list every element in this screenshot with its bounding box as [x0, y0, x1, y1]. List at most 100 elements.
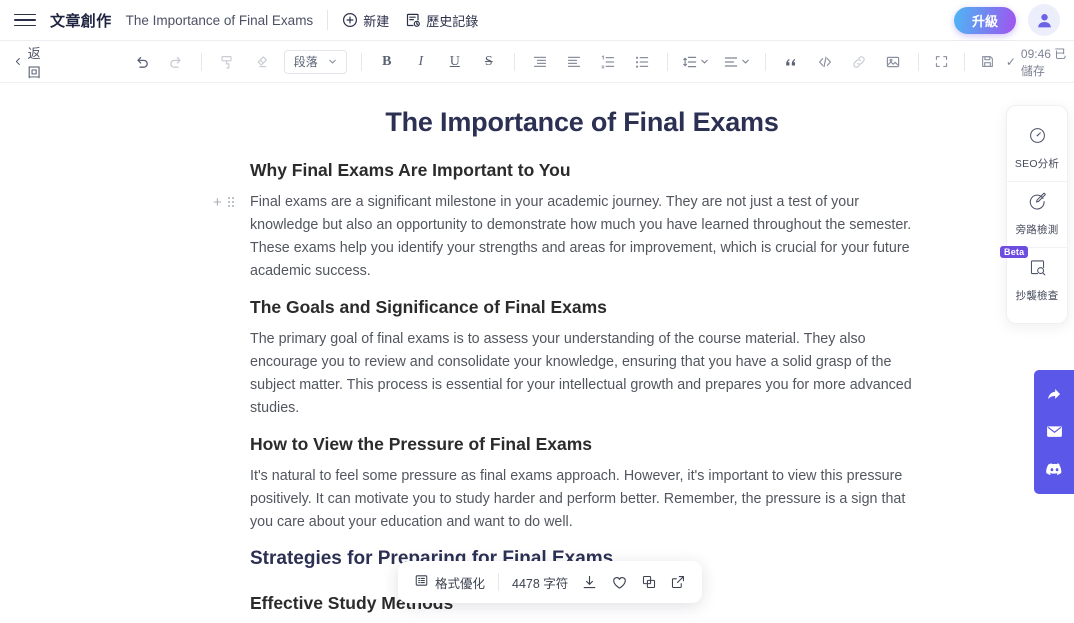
- link-icon[interactable]: [846, 49, 872, 75]
- copy-icon[interactable]: [641, 574, 657, 590]
- download-icon[interactable]: [581, 574, 598, 591]
- eraser-icon[interactable]: [248, 49, 274, 75]
- back-label: 返回: [27, 45, 41, 80]
- social-share-rail: [1034, 370, 1074, 494]
- toolbar-format-group: B I U S: [370, 49, 506, 75]
- redo-icon[interactable]: [163, 49, 189, 75]
- strikethrough-label: S: [484, 53, 493, 69]
- toolbar-divider-5: [765, 52, 767, 71]
- format-optimize-label: 格式優化: [435, 576, 486, 591]
- history-icon: [405, 12, 421, 28]
- sidebar-item-bypass-detection[interactable]: 旁路檢測: [1007, 181, 1067, 247]
- pen-circle-icon: [1028, 192, 1047, 216]
- save-status-text: 09:46 已儲存: [1020, 46, 1067, 78]
- toolbar-divider-7: [964, 52, 965, 71]
- page-title: The Importance of Final Exams: [385, 107, 779, 137]
- sidebar-item-label: 旁路檢測: [1015, 224, 1059, 236]
- block-paragraph[interactable]: It's natural to feel some pressure as fi…: [250, 465, 914, 534]
- chevron-down-icon: [328, 55, 337, 69]
- bold-label: B: [382, 53, 392, 69]
- outdent-icon[interactable]: [527, 49, 553, 75]
- underline-button[interactable]: U: [442, 49, 468, 75]
- paragraph-text: It's natural to feel some pressure as fi…: [250, 467, 906, 531]
- italic-label: I: [418, 53, 424, 69]
- toolbar-divider-3: [513, 52, 515, 71]
- paragraph-style-value: 段落: [293, 55, 318, 69]
- quote-icon[interactable]: [778, 49, 804, 75]
- sidebar-item-plagiarism-check[interactable]: Beta 抄襲檢查: [1000, 246, 1067, 313]
- align-icon[interactable]: [720, 49, 753, 75]
- new-document-button[interactable]: 新建: [342, 11, 389, 30]
- brand-label: 文章創作: [50, 12, 112, 30]
- underline-label: U: [449, 53, 460, 69]
- block-heading[interactable]: How to View the Pressure of Final Exams: [250, 432, 914, 457]
- add-block-icon[interactable]: +: [213, 195, 222, 210]
- editor-toolbar: 返回 段落 B I U S ✓ 09:46 已儲存: [0, 41, 1074, 83]
- toolbar-history-group: [125, 49, 278, 75]
- italic-button[interactable]: I: [408, 49, 434, 75]
- block-gutter-controls[interactable]: +: [213, 195, 234, 210]
- heading-text: How to View the Pressure of Final Exams: [250, 434, 593, 455]
- discord-icon[interactable]: [1045, 459, 1064, 478]
- action-bar-divider: [498, 573, 500, 591]
- paragraph-text: The primary goal of final exams is to as…: [250, 330, 912, 417]
- new-document-label: 新建: [363, 13, 390, 29]
- toolbar-divider-2: [360, 52, 362, 71]
- share-icon[interactable]: [1045, 386, 1063, 404]
- toolbar-divider-4: [666, 52, 668, 71]
- external-link-icon[interactable]: [670, 574, 686, 590]
- drag-handle-icon[interactable]: [227, 197, 234, 208]
- block-heading[interactable]: The Goals and Significance of Final Exam…: [250, 295, 914, 320]
- upgrade-button[interactable]: 升級: [954, 6, 1016, 34]
- app-root: 文章創作 The Importance of Final Exams 新建 歷史…: [0, 0, 1074, 623]
- app-header: 文章創作 The Importance of Final Exams 新建 歷史…: [0, 0, 1074, 41]
- ordered-list-icon[interactable]: [595, 49, 621, 75]
- plagiarism-icon: [1028, 258, 1047, 282]
- format-optimize-button[interactable]: 格式優化: [414, 573, 485, 592]
- bullet-list-icon[interactable]: [629, 49, 655, 75]
- check-icon: ✓: [1005, 54, 1016, 69]
- document-body[interactable]: The Importance of Final Exams Why Final …: [213, 83, 914, 623]
- back-button[interactable]: 返回: [14, 43, 48, 81]
- heading-text: Why Final Exams Are Important to You: [250, 160, 571, 181]
- block-paragraph[interactable]: + Final exams are a significant mileston…: [213, 191, 914, 284]
- code-icon[interactable]: [812, 49, 838, 75]
- fullscreen-icon[interactable]: [931, 49, 952, 75]
- document-scroll-area[interactable]: The Importance of Final Exams Why Final …: [0, 83, 1074, 623]
- history-label: 歷史記錄: [426, 13, 479, 29]
- plus-circle-icon: [342, 12, 358, 28]
- indent-icon[interactable]: [561, 49, 587, 75]
- undo-icon[interactable]: [129, 49, 155, 75]
- toolbar-insert-group: [774, 49, 910, 75]
- sidebar-item-label: SEO分析: [1014, 158, 1060, 170]
- heart-icon[interactable]: [611, 574, 628, 591]
- document-action-bar: 格式優化 4478 字符: [398, 561, 703, 603]
- block-heading[interactable]: Why Final Exams Are Important to You: [250, 158, 914, 183]
- format-painter-icon[interactable]: [214, 49, 240, 75]
- line-height-icon[interactable]: [679, 49, 712, 75]
- toolbar-list-group: [523, 49, 659, 75]
- character-count: 4478 字符: [512, 576, 569, 591]
- toolbar-divider-6: [918, 52, 920, 71]
- format-list-icon: [414, 573, 429, 591]
- paragraph-style-select[interactable]: 段落: [283, 49, 347, 74]
- save-icon[interactable]: [977, 49, 998, 75]
- save-status: ✓ 09:46 已儲存: [1006, 45, 1074, 79]
- history-button[interactable]: 歷史記錄: [405, 11, 478, 30]
- avatar[interactable]: [1028, 4, 1060, 36]
- ai-tools-panel: SEO分析 旁路檢測 Beta 抄襲檢查: [1000, 105, 1068, 324]
- email-icon[interactable]: [1045, 422, 1064, 441]
- image-icon[interactable]: [880, 49, 906, 75]
- heading-text: The Goals and Significance of Final Exam…: [250, 297, 607, 318]
- header-document-title: The Importance of Final Exams: [125, 12, 314, 28]
- paragraph-text: Final exams are a significant milestone …: [250, 193, 912, 280]
- block-paragraph[interactable]: The primary goal of final exams is to as…: [250, 328, 914, 421]
- gauge-icon: [1028, 126, 1047, 150]
- strikethrough-button[interactable]: S: [476, 49, 502, 75]
- status-badge: Beta: [1000, 246, 1029, 258]
- hamburger-icon[interactable]: [14, 9, 36, 31]
- sidebar-item-seo-analysis[interactable]: SEO分析: [1007, 116, 1067, 181]
- bold-button[interactable]: B: [374, 49, 400, 75]
- sidebar-item-label: 抄襲檢查: [1015, 290, 1059, 302]
- header-divider: [327, 10, 329, 30]
